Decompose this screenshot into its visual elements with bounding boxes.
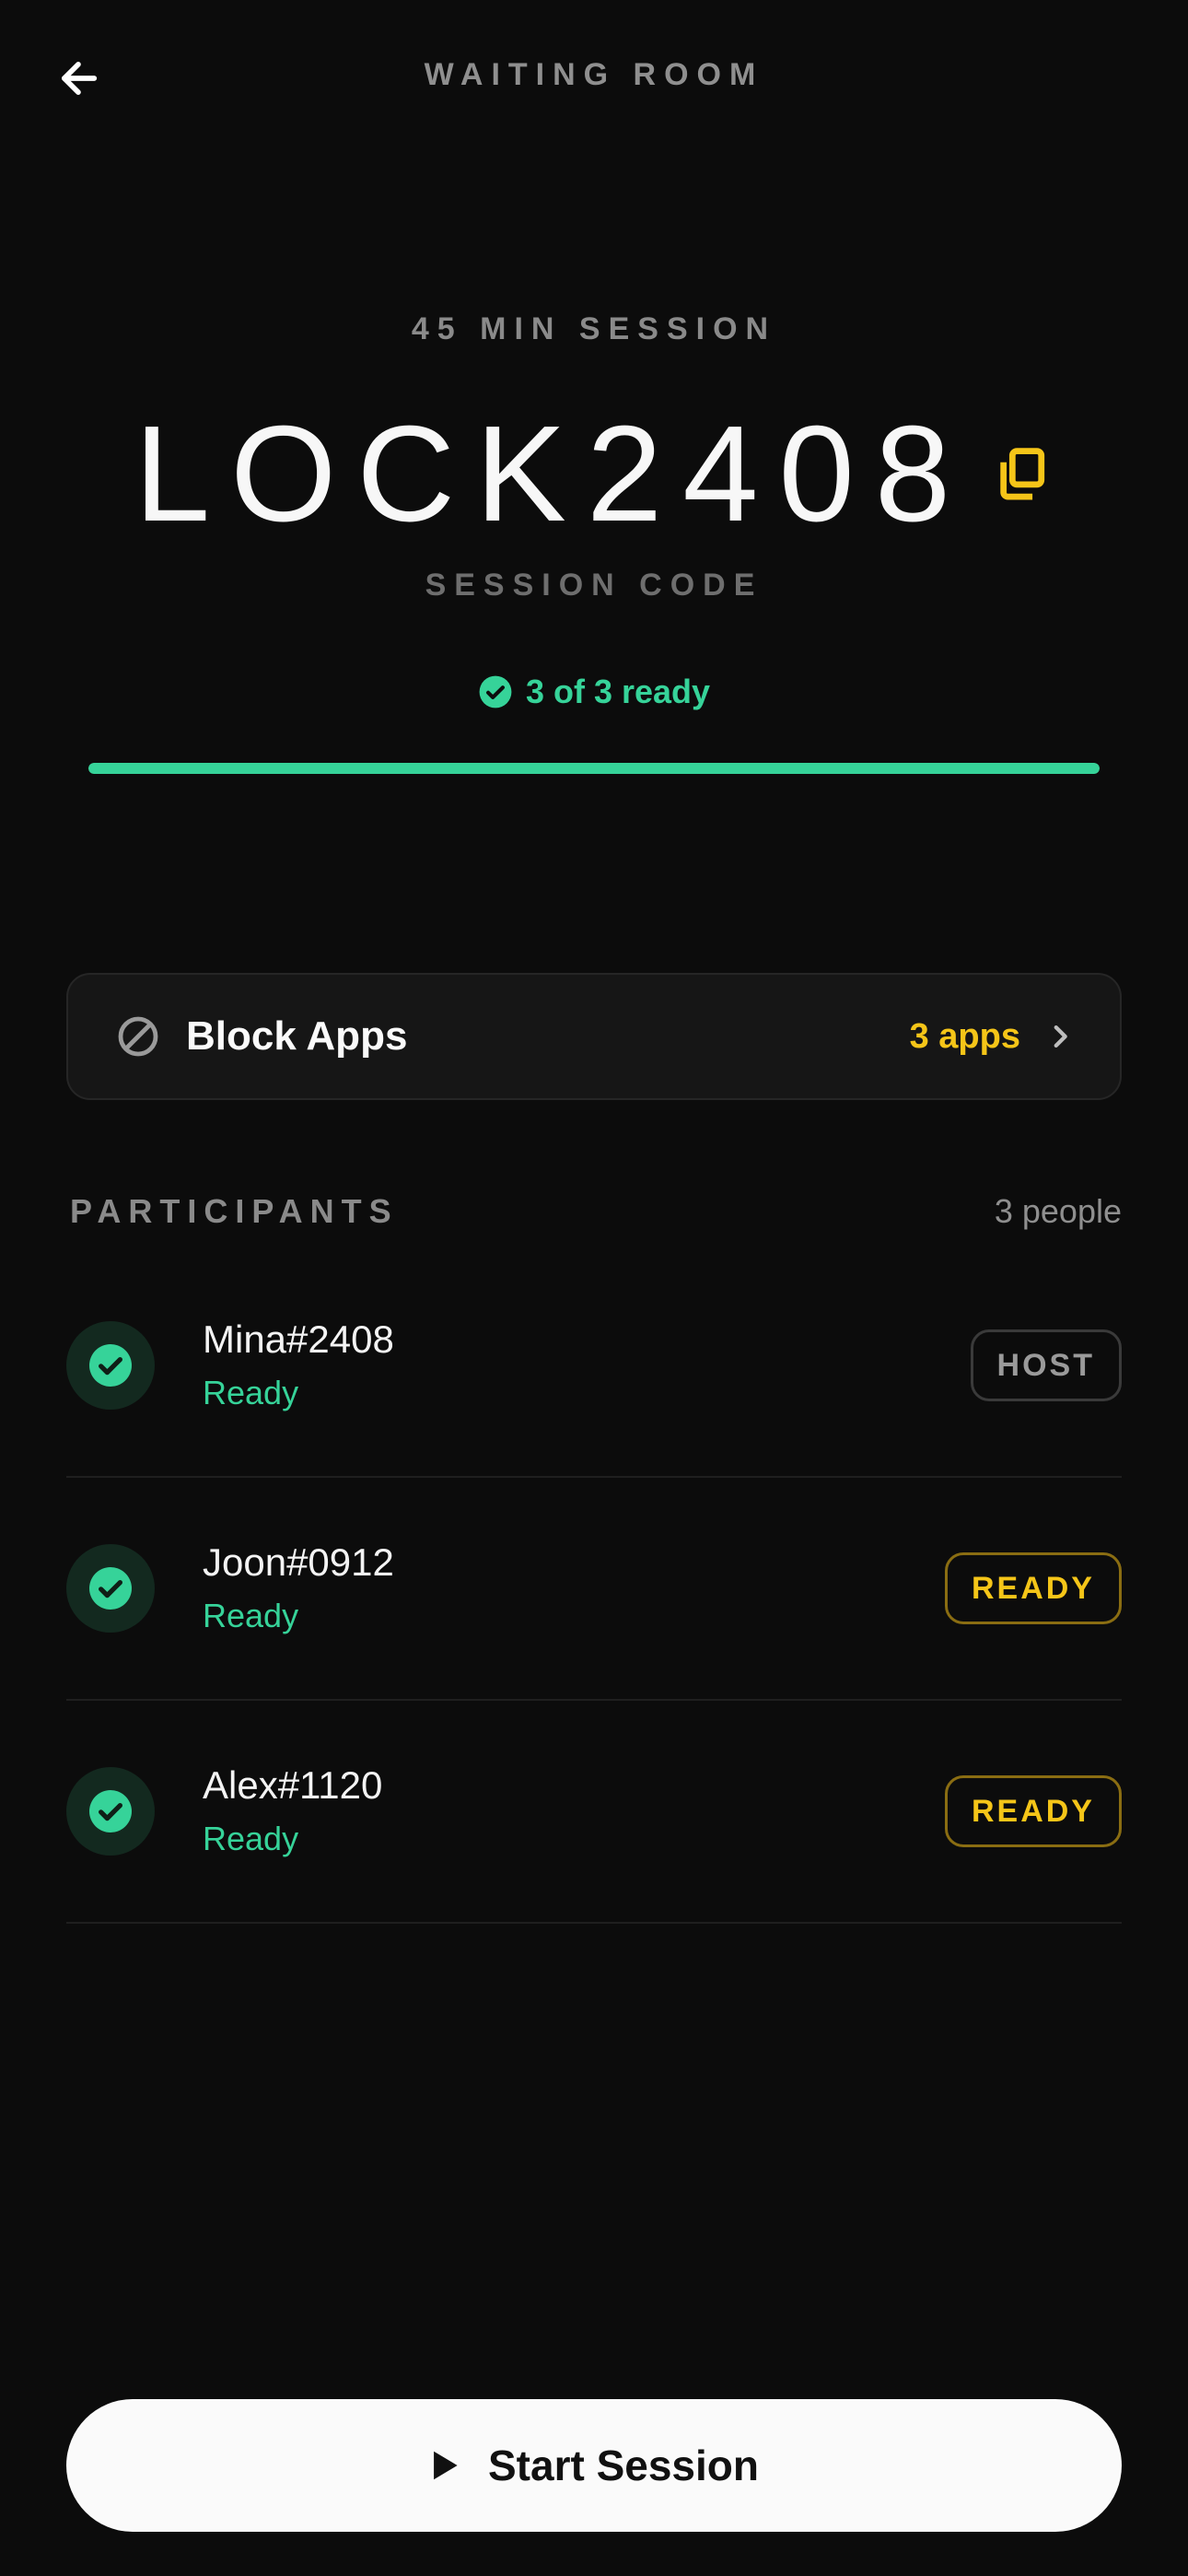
ready-status: 3 of 3 ready (0, 673, 1188, 711)
check-circle-icon (89, 1790, 132, 1832)
participant-row[interactable]: Joon#0912 Ready READY (66, 1478, 1122, 1701)
participant-info: Alex#1120 Ready (203, 1762, 945, 1861)
session-code-label: SESSION CODE (425, 568, 763, 603)
check-circle-icon (89, 1344, 132, 1387)
check-circle-icon (479, 675, 512, 708)
participant-name: Mina#2408 (203, 1317, 394, 1361)
block-apps-count: 3 apps (909, 1016, 1020, 1056)
participant-row[interactable]: Mina#2408 Ready HOST (66, 1255, 1122, 1478)
participant-info: Joon#0912 Ready (203, 1539, 945, 1638)
block-apps-label: Block Apps (186, 1013, 408, 1059)
participant-name: Alex#1120 (203, 1763, 383, 1807)
chevron-right-icon (1054, 1025, 1067, 1048)
ready-status-text: 3 of 3 ready (525, 673, 711, 710)
ready-avatar (66, 1321, 155, 1410)
participant-status: Ready (203, 1597, 299, 1634)
session-duration-label: 45 MIN SESSION (411, 311, 777, 346)
play-icon (434, 2451, 458, 2480)
copy-code-button[interactable] (989, 442, 1054, 507)
page-title: WAITING ROOM (424, 57, 764, 92)
ready-progress-bar (88, 763, 1100, 774)
block-icon (118, 1016, 158, 1057)
participant-name: Joon#0912 (203, 1540, 394, 1584)
participant-row[interactable]: Alex#1120 Ready READY (66, 1701, 1122, 1924)
session-code: LOCK2408 (134, 398, 972, 550)
ready-avatar (66, 1544, 155, 1633)
participant-status: Ready (203, 1374, 299, 1411)
start-session-button[interactable]: Start Session (66, 2399, 1122, 2532)
block-apps-card[interactable]: Block Apps 3 apps (66, 973, 1122, 1100)
participants-section-title: PARTICIPANTS (70, 1192, 399, 1230)
participants-count: 3 people (994, 1192, 1122, 1230)
host-badge: HOST (970, 1329, 1122, 1401)
waiting-room-screen: WAITING ROOM 45 MIN SESSION LOCK2408 SES… (0, 0, 1188, 2576)
check-circle-icon (89, 1567, 132, 1610)
participant-status: Ready (203, 1820, 299, 1857)
ready-avatar (66, 1767, 155, 1856)
ready-badge: READY (944, 1775, 1122, 1847)
ready-badge: READY (944, 1552, 1122, 1624)
copy-icon (1000, 448, 1045, 500)
ready-progress-fill (88, 763, 1100, 774)
start-session-label: Start Session (488, 2441, 759, 2489)
participant-info: Mina#2408 Ready (203, 1316, 971, 1415)
session-code-row: LOCK2408 (0, 405, 1188, 544)
